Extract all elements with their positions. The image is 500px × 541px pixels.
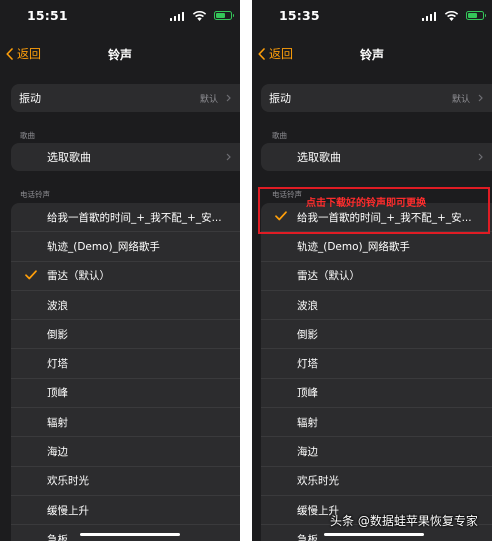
ringtone-label: 急板 <box>47 533 68 541</box>
chevron-right-icon <box>226 153 231 161</box>
status-time: 15:35 <box>279 8 320 23</box>
ringtone-item[interactable]: 欢乐时光 <box>11 467 240 496</box>
ringtone-item[interactable]: 波浪 <box>11 291 240 321</box>
ringtone-item[interactable]: 灯塔 <box>261 349 492 379</box>
right-phone-screen: 15:35 返回 铃声 振动 默认 歌曲 选取歌曲 电话铃声 给我一首歌的时间_… <box>252 0 492 541</box>
ringtone-item[interactable]: 轨迹_(Demo)_网络歌手 <box>11 232 240 262</box>
ringtone-item[interactable]: 给我一首歌的时间_+_我不配_+_安... <box>11 203 240 233</box>
ringtone-item[interactable]: 海边 <box>261 437 492 467</box>
ringtone-item[interactable]: 顶峰 <box>261 379 492 409</box>
ringtone-label: 辐射 <box>297 416 318 429</box>
page-title: 铃声 <box>359 48 384 62</box>
cellular-signal-icon <box>169 12 184 21</box>
ringtones-header: 电话铃声 <box>20 190 50 199</box>
nav-bar: 返回 铃声 <box>252 40 492 68</box>
pick-song-label: 选取歌曲 <box>297 151 341 164</box>
ringtone-item[interactable]: 缓慢上升 <box>11 496 240 526</box>
wifi-icon <box>444 10 459 21</box>
songs-group: 选取歌曲 <box>261 143 492 171</box>
vibration-value: 默认 <box>199 94 218 105</box>
vibration-label: 振动 <box>269 92 291 105</box>
ringtone-label: 缓慢上升 <box>47 504 89 517</box>
ringtone-label: 倒影 <box>297 328 318 341</box>
status-bar: 15:51 <box>0 0 240 30</box>
ringtone-item[interactable]: 轨迹_(Demo)_网络歌手 <box>261 232 492 262</box>
vibration-value: 默认 <box>451 94 470 105</box>
home-indicator[interactable] <box>324 532 424 536</box>
vibration-row[interactable]: 振动 默认 <box>11 84 240 112</box>
ringtone-label: 海边 <box>47 446 68 459</box>
chevron-right-icon <box>226 94 231 102</box>
home-indicator[interactable] <box>80 532 180 536</box>
ringtone-label: 顶峰 <box>47 387 68 400</box>
cellular-signal-icon <box>421 12 436 21</box>
battery-icon <box>214 11 234 20</box>
ringtone-label: 轨迹_(Demo)_网络歌手 <box>297 240 410 253</box>
ringtone-label: 给我一首歌的时间_+_我不配_+_安... <box>47 211 222 224</box>
vibration-label: 振动 <box>19 92 41 105</box>
ringtone-item[interactable]: 雷达（默认） <box>261 262 492 291</box>
ringtone-item[interactable]: 辐射 <box>261 408 492 438</box>
ringtone-list: 给我一首歌的时间_+_我不配_+_安... 轨迹_(Demo)_网络歌手 雷达（… <box>11 203 240 541</box>
ringtone-label: 倒影 <box>47 328 68 341</box>
page-title: 铃声 <box>107 48 132 62</box>
status-time: 15:51 <box>27 8 68 23</box>
ringtone-item[interactable]: 海边 <box>11 437 240 467</box>
ringtone-label: 顶峰 <box>297 387 318 400</box>
ringtone-item[interactable]: 辐射 <box>11 408 240 438</box>
chevron-right-icon <box>478 153 483 161</box>
songs-header: 歌曲 <box>20 131 35 140</box>
ringtone-label: 波浪 <box>47 299 68 312</box>
ringtone-label: 欢乐时光 <box>297 475 339 488</box>
ringtone-item[interactable]: 欢乐时光 <box>261 467 492 496</box>
annotation-text: 点击下载好的铃声即可更换 <box>306 198 426 209</box>
ringtone-label: 辐射 <box>47 416 68 429</box>
ringtone-label: 轨迹_(Demo)_网络歌手 <box>47 240 160 253</box>
ringtone-label: 波浪 <box>297 299 318 312</box>
ringtone-label: 雷达（默认） <box>297 270 360 283</box>
left-phone-screen: 15:51 返回 铃声 振动 默认 歌曲 选取歌曲 电话铃声 给我一首歌的时间_… <box>0 0 240 541</box>
ringtone-label: 海边 <box>297 446 318 459</box>
ringtone-label: 欢乐时光 <box>47 475 89 488</box>
status-bar: 15:35 <box>252 0 492 30</box>
ringtone-item[interactable]: 顶峰 <box>11 379 240 409</box>
songs-group: 选取歌曲 <box>11 143 240 171</box>
pick-song-row[interactable]: 选取歌曲 <box>261 143 492 171</box>
ringtone-label: 灯塔 <box>47 358 68 371</box>
vibration-group: 振动 默认 <box>261 84 492 112</box>
ringtone-item[interactable]: 波浪 <box>261 291 492 321</box>
songs-header: 歌曲 <box>272 131 287 140</box>
pick-song-row[interactable]: 选取歌曲 <box>11 143 240 171</box>
vibration-row[interactable]: 振动 默认 <box>261 84 492 112</box>
battery-icon <box>466 11 486 20</box>
ringtone-label: 雷达（默认） <box>47 270 110 283</box>
checkmark-icon <box>25 269 37 279</box>
ringtone-label: 灯塔 <box>297 358 318 371</box>
ringtone-item-selected[interactable]: 雷达（默认） <box>11 262 240 291</box>
vibration-group: 振动 默认 <box>11 84 240 112</box>
ringtone-item[interactable]: 倒影 <box>11 320 240 350</box>
wifi-icon <box>192 10 207 21</box>
ringtone-label: 急板 <box>297 533 318 541</box>
pick-song-label: 选取歌曲 <box>47 151 91 164</box>
chevron-right-icon <box>478 94 483 102</box>
ringtone-item[interactable]: 倒影 <box>261 320 492 350</box>
ringtone-item[interactable]: 灯塔 <box>11 349 240 379</box>
watermark: 头条 @数据蛙苹果恢复专家 <box>330 514 478 528</box>
ringtone-list: 给我一首歌的时间_+_我不配_+_安... 轨迹_(Demo)_网络歌手 雷达（… <box>261 203 492 541</box>
nav-bar: 返回 铃声 <box>0 40 240 68</box>
